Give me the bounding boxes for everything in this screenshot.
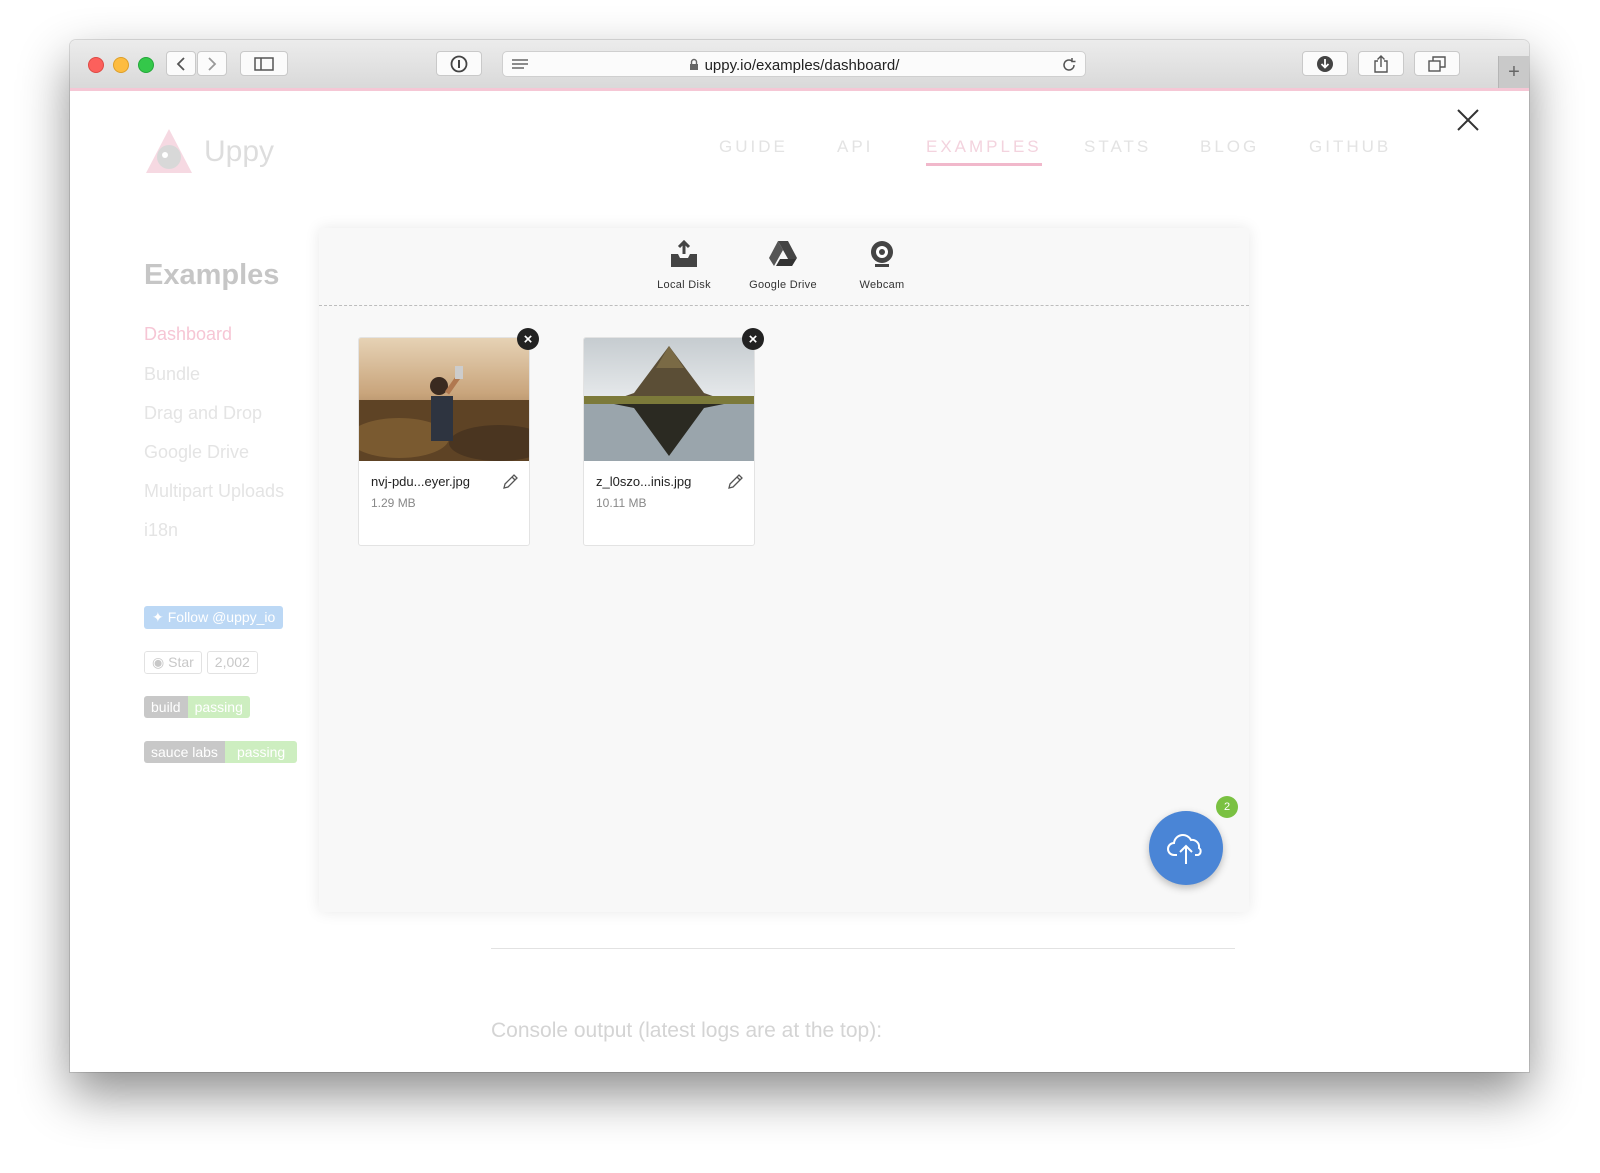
password-manager-button[interactable]	[436, 51, 482, 76]
webcam-icon	[871, 241, 893, 267]
source-label-google-drive: Google Drive	[749, 279, 817, 291]
forward-button[interactable]	[197, 51, 227, 76]
github-star-count: 2,002	[206, 651, 258, 674]
source-label-webcam: Webcam	[859, 279, 905, 291]
local-disk-icon	[671, 239, 697, 267]
sauce-badge-left: sauce labs	[144, 741, 225, 763]
share-button[interactable]	[1358, 51, 1404, 76]
chevron-left-icon	[176, 56, 185, 71]
nav-api[interactable]: API	[837, 137, 873, 157]
file-size: 10.11 MB	[596, 496, 647, 510]
tabs-icon	[1428, 55, 1446, 72]
source-local-disk[interactable]: Local Disk	[634, 239, 734, 291]
download-icon	[1317, 55, 1333, 72]
file-size: 1.29 MB	[371, 496, 416, 510]
new-tab-button[interactable]: +	[1498, 56, 1529, 88]
build-badge-right: passing	[187, 696, 250, 718]
cloud-upload-icon	[1167, 834, 1202, 864]
sauce-labs-badge[interactable]: sauce labs passing	[144, 741, 298, 763]
reload-icon[interactable]	[1061, 57, 1077, 73]
tabs-overview-button[interactable]	[1414, 51, 1460, 76]
modal-close-button[interactable]	[1454, 106, 1482, 134]
close-icon: ×	[523, 330, 533, 348]
file-name: nvj-pdu...eyer.jpg	[371, 474, 471, 489]
pencil-icon	[503, 474, 518, 489]
sidebar-item-drag-and-drop[interactable]: Drag and Drop	[144, 403, 262, 424]
browser-window: uppy.io/examples/dashboard/ + Uppy GUIDE…	[70, 40, 1529, 1072]
source-picker: Local Disk Google Drive Webcam	[319, 228, 1249, 306]
github-star-button[interactable]: ◉ Star	[144, 651, 202, 674]
nav-examples[interactable]: EXAMPLES	[926, 137, 1042, 166]
sidebar-item-google-drive[interactable]: Google Drive	[144, 442, 249, 463]
divider	[491, 948, 1235, 949]
google-drive-icon	[769, 241, 797, 266]
page-content: Uppy GUIDE API EXAMPLES STATS BLOG GITHU…	[70, 91, 1529, 1072]
sidebar-item-multipart-uploads[interactable]: Multipart Uploads	[144, 481, 284, 502]
downloads-button[interactable]	[1302, 51, 1348, 76]
uppy-dashboard-modal: Local Disk Google Drive Webcam × nvj-pdu…	[319, 228, 1249, 912]
plus-icon: +	[1508, 60, 1520, 83]
twitter-follow-button[interactable]: ✦ Follow @uppy_io	[144, 606, 284, 629]
nav-github[interactable]: GITHUB	[1309, 137, 1391, 157]
source-label-local-disk: Local Disk	[657, 279, 711, 291]
sidebar-toggle-button[interactable]	[240, 51, 288, 76]
logo-text: Uppy	[204, 135, 275, 168]
close-window-button[interactable]	[88, 57, 104, 73]
sidebar-icon	[254, 56, 274, 71]
remove-file-button[interactable]: ×	[517, 328, 539, 350]
info-circle-icon	[450, 55, 468, 72]
github-icon: ◉	[152, 654, 169, 670]
edit-file-button[interactable]	[726, 473, 744, 496]
file-thumbnail	[359, 338, 529, 461]
address-bar[interactable]: uppy.io/examples/dashboard/	[502, 51, 1086, 77]
url-text: uppy.io/examples/dashboard/	[503, 57, 1085, 74]
lock-icon	[689, 58, 698, 70]
file-name: z_l0szo...inis.jpg	[596, 474, 692, 489]
sauce-badge-right: passing	[224, 741, 298, 763]
source-google-drive[interactable]: Google Drive	[733, 240, 833, 291]
build-badge-left: build	[144, 696, 188, 718]
sidebar-title: Examples	[144, 259, 280, 291]
zoom-window-button[interactable]	[138, 57, 154, 73]
file-thumbnail	[584, 338, 754, 461]
sidebar-item-i18n[interactable]: i18n	[144, 520, 178, 541]
remove-file-button[interactable]: ×	[742, 328, 764, 350]
build-status-badge[interactable]: build passing	[144, 696, 250, 718]
back-button[interactable]	[166, 51, 196, 76]
pencil-icon	[728, 474, 743, 489]
file-card[interactable]: × z_l0szo...inis.jpg 10.11 MB	[583, 328, 764, 546]
close-icon	[1457, 109, 1479, 131]
upload-button[interactable]	[1149, 811, 1223, 885]
share-icon	[1374, 54, 1388, 73]
twitter-follow-label: Follow @uppy_io	[167, 609, 276, 625]
minimize-window-button[interactable]	[113, 57, 129, 73]
file-card[interactable]: × nvj-pdu...eyer.jpg 1.29 MB	[358, 328, 539, 546]
nav-blog[interactable]: BLOG	[1200, 137, 1259, 157]
url-label: uppy.io/examples/dashboard/	[704, 57, 900, 74]
sidebar-item-bundle[interactable]: Bundle	[144, 364, 200, 385]
browser-toolbar: uppy.io/examples/dashboard/ +	[70, 40, 1529, 89]
edit-file-button[interactable]	[501, 473, 519, 496]
site-logo[interactable]: Uppy	[144, 127, 274, 177]
github-star-widget[interactable]: ◉ Star 2,002	[144, 651, 258, 674]
nav-guide[interactable]: GUIDE	[719, 137, 788, 157]
github-star-label: Star	[168, 654, 194, 670]
sidebar-item-dashboard[interactable]: Dashboard	[144, 324, 232, 345]
uppy-logo-icon	[146, 129, 192, 173]
chevron-right-icon	[208, 56, 217, 71]
nav-stats[interactable]: STATS	[1084, 137, 1151, 157]
close-icon: ×	[748, 330, 758, 348]
upload-count-badge: 2	[1216, 796, 1238, 818]
source-webcam[interactable]: Webcam	[832, 240, 932, 291]
console-output-label: Console output (latest logs are at the t…	[491, 1019, 883, 1042]
twitter-icon: ✦	[152, 609, 164, 625]
